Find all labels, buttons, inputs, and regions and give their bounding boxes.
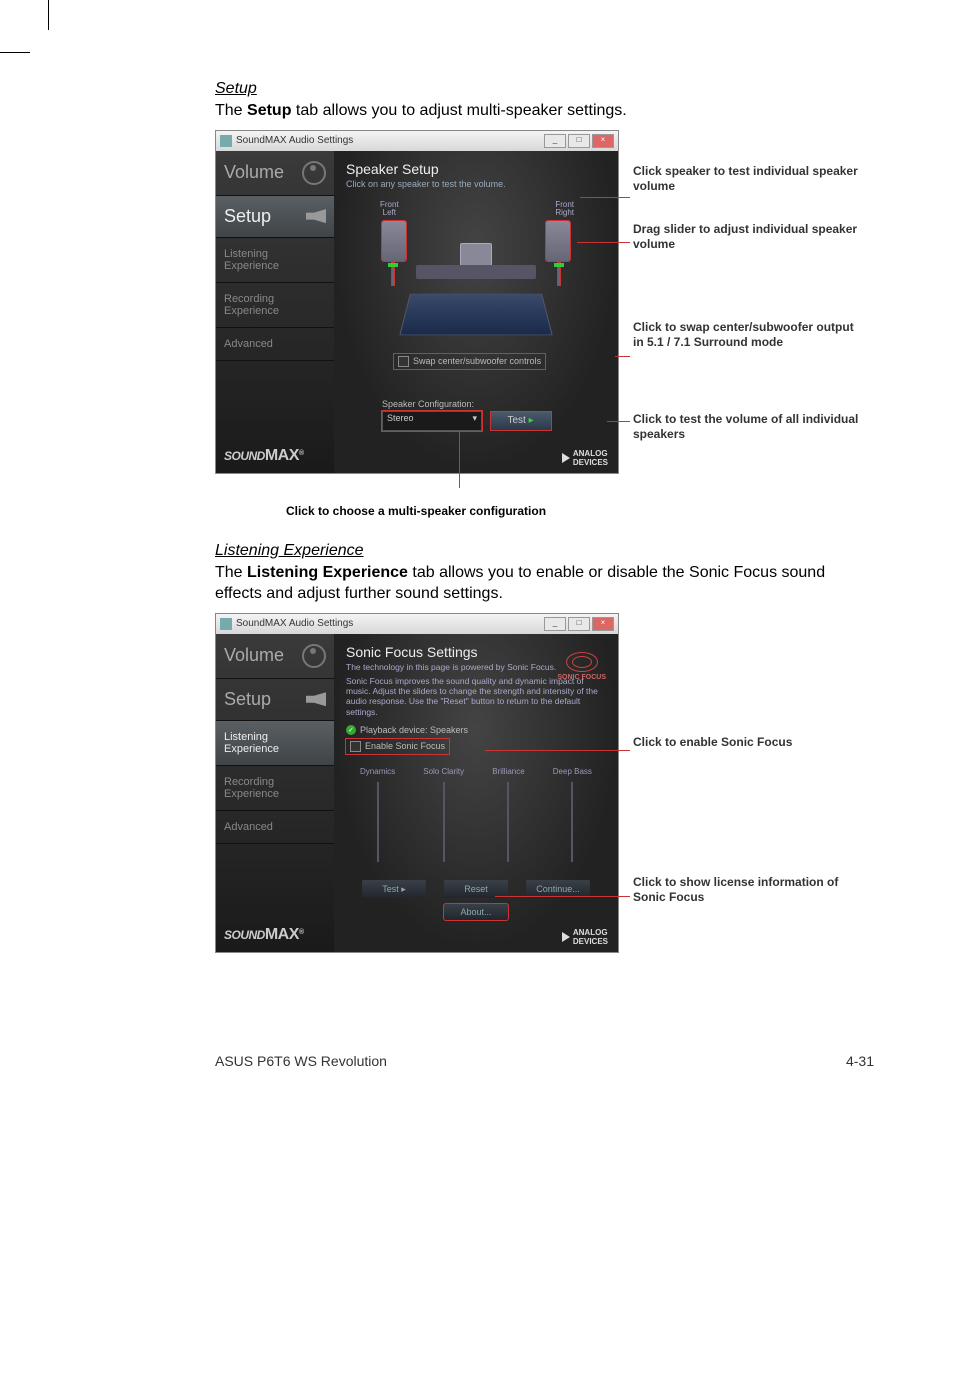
crop-marks: [0, 0, 954, 60]
checkbox-icon: [350, 741, 361, 752]
titlebar: SoundMAX Audio Settings _ □ ×: [216, 614, 618, 634]
analog-devices-logo: ANALOGDEVICES: [562, 928, 608, 946]
label-front-right: FrontRight: [555, 201, 574, 217]
callout-test: Click to test the volume of all individu…: [633, 412, 863, 442]
app-icon: [220, 618, 232, 630]
callout-click-speaker: Click speaker to test individual speaker…: [633, 164, 863, 194]
platform-graphic: [399, 293, 552, 335]
sidebar-item-listening[interactable]: Listening Experience: [216, 721, 334, 766]
soundmax-logo: SOUNDMAX®: [224, 449, 304, 463]
minimize-button[interactable]: _: [544, 617, 566, 631]
minimize-button[interactable]: _: [544, 134, 566, 148]
slider-brilliance[interactable]: Brilliance: [492, 767, 524, 862]
content-pane: Speaker Setup Click on any speaker to te…: [334, 151, 618, 473]
section-setup-desc: The Setup tab allows you to adjust multi…: [215, 100, 874, 122]
titlebar-text: SoundMAX Audio Settings: [236, 618, 353, 629]
about-button[interactable]: About...: [444, 904, 508, 920]
sidebar-item-listening[interactable]: Listening Experience: [216, 238, 334, 283]
check-icon: ✓: [346, 725, 356, 735]
monitor-graphic: [460, 243, 492, 267]
checkbox-icon: [398, 356, 409, 367]
volume-slider-right[interactable]: [558, 263, 560, 285]
sidebar-item-setup[interactable]: Setup: [216, 196, 334, 238]
sidebar-item-recording[interactable]: Recording Experience: [216, 766, 334, 811]
maximize-button[interactable]: □: [568, 617, 590, 631]
dial-icon: [302, 161, 326, 185]
footer-page-number: 4-31: [846, 1053, 874, 1069]
enable-sonic-focus-checkbox[interactable]: Enable Sonic Focus: [346, 739, 449, 754]
sidebar-item-advanced[interactable]: Advanced: [216, 811, 334, 844]
callout-enable-sf: Click to enable Sonic Focus: [633, 735, 792, 750]
panel-heading: Speaker Setup: [346, 161, 606, 177]
figure-setup: SoundMAX Audio Settings _ □ × Volume Set…: [215, 130, 874, 518]
section-setup-title: Setup: [215, 80, 874, 98]
analog-devices-logo: ANALOGDEVICES: [562, 449, 608, 467]
close-button[interactable]: ×: [592, 617, 614, 631]
slider-solo-clarity[interactable]: Solo Clarity: [423, 767, 464, 862]
close-button[interactable]: ×: [592, 134, 614, 148]
sf-desc2: Sonic Focus improves the sound quality a…: [346, 676, 606, 717]
titlebar-text: SoundMAX Audio Settings: [236, 135, 353, 146]
titlebar: SoundMAX Audio Settings _ □ ×: [216, 131, 618, 151]
callout-about: Click to show license information of Son…: [633, 875, 863, 905]
caption-config: Click to choose a multi-speaker configur…: [215, 504, 617, 518]
panel-subtext: Click on any speaker to test the volume.: [346, 179, 606, 189]
maximize-button[interactable]: □: [568, 134, 590, 148]
slider-deep-bass[interactable]: Deep Bass: [553, 767, 592, 862]
config-row: Speaker Configuration: Stereo ▾ Test ▸: [382, 399, 551, 431]
sidebar: Volume Setup Listening Experience Record…: [216, 634, 334, 952]
label-front-left: FrontLeft: [380, 201, 399, 217]
content-pane: Sonic Focus Settings The technology in t…: [334, 634, 618, 952]
slider-dynamics[interactable]: Dynamics: [360, 767, 395, 862]
test-button[interactable]: Test ▸: [362, 880, 426, 898]
section-listening-title: Listening Experience: [215, 542, 874, 560]
test-button[interactable]: Test ▸: [491, 412, 551, 430]
sidebar-item-setup[interactable]: Setup: [216, 679, 334, 721]
sidebar-item-volume[interactable]: Volume: [216, 634, 334, 679]
soundmax-window-listening: SoundMAX Audio Settings _ □ × Volume Set…: [215, 613, 619, 953]
soundmax-logo: SOUNDMAX®: [224, 928, 304, 942]
callout-drag-slider: Drag slider to adjust individual speaker…: [633, 222, 863, 252]
sonic-focus-logo: SONIC FOCUS: [557, 652, 606, 681]
speaker-front-right[interactable]: [546, 221, 570, 261]
footer-left: ASUS P6T6 WS Revolution: [215, 1053, 387, 1069]
speaker-icon: [306, 209, 326, 223]
dial-icon: [302, 644, 326, 668]
page-footer: ASUS P6T6 WS Revolution 4-31: [0, 1053, 954, 1089]
speaker-icon: [306, 692, 326, 706]
soundmax-window-setup: SoundMAX Audio Settings _ □ × Volume Set…: [215, 130, 619, 474]
sidebar-item-recording[interactable]: Recording Experience: [216, 283, 334, 328]
callout-swap: Click to swap center/subwoofer output in…: [633, 320, 863, 350]
speaker-config-dropdown[interactable]: Stereo ▾: [382, 411, 482, 431]
sidebar-item-volume[interactable]: Volume: [216, 151, 334, 196]
speaker-front-left[interactable]: [382, 221, 406, 261]
app-icon: [220, 135, 232, 147]
sidebar: Volume Setup Listening Experience Record…: [216, 151, 334, 473]
volume-slider-left[interactable]: [392, 263, 394, 285]
swap-checkbox-row[interactable]: Swap center/subwoofer controls: [394, 354, 545, 369]
section-listening-desc: The Listening Experience tab allows you …: [215, 562, 874, 605]
playback-device-row: ✓ Playback device: Speakers: [346, 725, 606, 735]
figure-listening: SoundMAX Audio Settings _ □ × Volume Set…: [215, 613, 874, 953]
sidebar-item-advanced[interactable]: Advanced: [216, 328, 334, 361]
